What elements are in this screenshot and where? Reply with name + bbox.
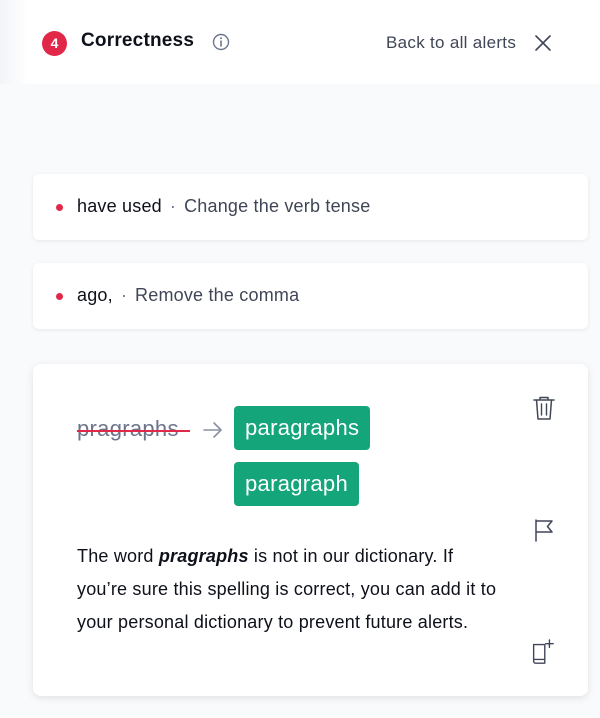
category-title: Correctness xyxy=(81,30,195,51)
suggestion-button[interactable]: paragraph xyxy=(234,462,359,506)
alert-summary: have used · Change the verb tense xyxy=(77,196,370,217)
alert-word: have used xyxy=(77,196,162,216)
alert-separator: · xyxy=(169,196,177,216)
alert-severity-dot xyxy=(56,293,63,300)
alert-severity-dot xyxy=(56,204,63,211)
suggestion-button[interactable]: paragraphs xyxy=(234,406,371,450)
alert-hint: Remove the comma xyxy=(135,285,300,305)
alert-card-comma[interactable]: ago, · Remove the comma xyxy=(33,263,588,329)
explanation-text: The word xyxy=(77,546,159,566)
alert-explanation: The word pragraphs is not in our diction… xyxy=(77,540,507,639)
alert-separator: · xyxy=(120,285,128,305)
add-to-dictionary-icon[interactable] xyxy=(529,638,555,666)
info-icon[interactable] xyxy=(212,33,230,51)
trash-icon[interactable] xyxy=(531,394,557,422)
expanded-alert-card: pragraphs paragraphs paragraph The word … xyxy=(33,364,588,696)
arrow-right-icon xyxy=(203,422,222,438)
close-icon[interactable] xyxy=(534,34,552,52)
alert-count-badge: 4 xyxy=(42,31,67,56)
header-edge-fade xyxy=(0,0,28,84)
explanation-word: pragraphs xyxy=(158,546,249,566)
flag-icon[interactable] xyxy=(531,516,557,544)
alert-hint: Change the verb tense xyxy=(184,196,371,216)
misspelled-word: pragraphs xyxy=(77,416,179,441)
alert-word: ago, xyxy=(77,285,113,305)
strikethrough-line xyxy=(77,430,190,432)
alert-summary: ago, · Remove the comma xyxy=(77,285,299,306)
alerts-header: 4 Correctness Back to all alerts xyxy=(0,0,600,84)
back-to-all-alerts-link[interactable]: Back to all alerts xyxy=(386,33,516,53)
alert-card-verb-tense[interactable]: have used · Change the verb tense xyxy=(33,174,588,240)
